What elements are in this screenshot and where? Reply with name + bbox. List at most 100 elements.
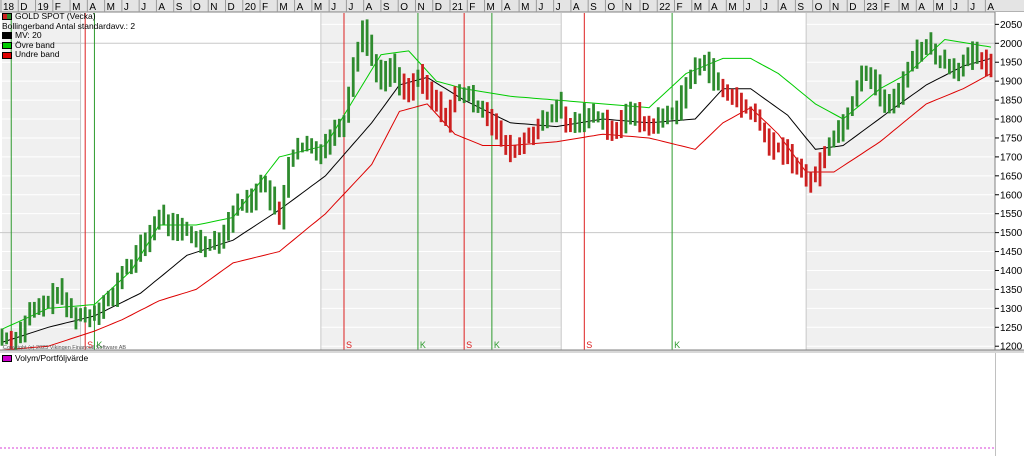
price-bar	[582, 102, 586, 133]
price-bar	[924, 39, 928, 55]
price-bar	[864, 65, 868, 81]
price-bar	[305, 135, 309, 152]
price-bar	[559, 91, 563, 119]
price-bar	[712, 58, 716, 91]
price-bar	[545, 111, 549, 129]
price-bar	[527, 127, 531, 144]
price-bar	[203, 236, 207, 258]
x-tick-label: S	[176, 2, 183, 13]
price-bar	[407, 78, 411, 103]
y-tick-label: 1850	[1000, 96, 1023, 107]
price-bar	[356, 41, 360, 72]
price-bar	[476, 100, 480, 113]
price-bar	[767, 128, 771, 156]
price-bar	[65, 292, 69, 318]
price-bar	[800, 158, 803, 178]
price-bar	[703, 54, 706, 71]
x-tick-label: J	[556, 2, 561, 13]
price-bar	[351, 57, 355, 97]
price-bar	[42, 295, 45, 317]
price-bar	[328, 129, 332, 155]
price-bar	[153, 216, 156, 241]
price-bar	[93, 305, 96, 321]
price-bar	[966, 47, 970, 67]
x-tick-label: N	[832, 2, 839, 13]
price-bar	[240, 199, 244, 211]
price-bar	[855, 80, 859, 107]
price-bar	[869, 67, 873, 90]
price-bar	[453, 86, 457, 113]
price-bar	[462, 87, 466, 104]
x-tick-label: S	[797, 2, 804, 13]
price-bar	[490, 108, 494, 136]
price-bar	[227, 212, 230, 241]
price-bar	[726, 84, 729, 101]
price-bar	[19, 321, 22, 344]
price-bar	[130, 259, 133, 275]
x-tick-label: A	[297, 2, 304, 13]
price-bar	[120, 266, 124, 290]
y-tick-label: 1900	[1000, 77, 1023, 88]
price-bar	[666, 105, 669, 125]
year-band-shade	[2, 13, 81, 350]
price-bar	[642, 116, 646, 132]
price-bar	[236, 193, 240, 216]
price-bar	[102, 295, 106, 319]
price-bar	[171, 212, 175, 241]
price-bar	[823, 146, 827, 169]
price-bar	[638, 102, 642, 133]
y-tick-label: 1600	[1000, 190, 1023, 201]
x-tick-label: N	[417, 2, 424, 13]
price-bar	[693, 57, 697, 85]
x-tick-label: M	[936, 2, 944, 13]
price-bar	[23, 315, 27, 343]
y-tick-label: 1350	[1000, 285, 1023, 296]
price-bar	[310, 138, 314, 154]
x-tick-label: A	[711, 2, 718, 13]
price-bar	[906, 61, 910, 88]
y-tick-label: 1800	[1000, 115, 1023, 126]
y-tick-label: 1250	[1000, 323, 1023, 334]
price-bar	[846, 107, 850, 130]
price-bar	[439, 91, 443, 123]
price-bar	[384, 60, 387, 92]
x-tick-label: J	[746, 2, 751, 13]
price-bar	[421, 64, 424, 94]
x-tick-label: A	[366, 2, 373, 13]
y-tick-label: 1300	[1000, 304, 1023, 315]
price-bar	[337, 118, 341, 138]
price-bar	[37, 298, 41, 315]
price-bar	[379, 59, 383, 90]
x-tick-label: A	[780, 2, 787, 13]
price-bar	[51, 283, 55, 315]
price-bar	[106, 290, 110, 307]
price-bar	[28, 302, 32, 326]
signal-label: K	[674, 340, 680, 350]
price-bar	[781, 137, 785, 165]
price-bar	[273, 186, 277, 215]
price-bar	[481, 100, 485, 118]
x-tick-label: O	[400, 2, 408, 13]
price-bar	[134, 245, 138, 273]
price-bar	[887, 94, 891, 114]
price-bar	[948, 58, 951, 75]
price-bar	[416, 69, 420, 87]
price-swatch-icon	[2, 13, 12, 21]
price-bar	[79, 308, 82, 322]
x-tick-label: M	[901, 2, 909, 13]
price-bar	[564, 106, 568, 133]
x-tick-label: J	[953, 2, 958, 13]
price-bar	[920, 41, 924, 62]
y-tick-label: 1700	[1000, 152, 1023, 163]
price-chart[interactable]: 18 D 19 F M A M J J A S O N D 20 F M A M J J A S O N D 21 F M A M J J A S O…	[0, 0, 1024, 456]
x-tick-label: O	[193, 2, 201, 13]
price-bar	[592, 103, 595, 123]
price-bar	[606, 109, 609, 140]
price-bar	[300, 142, 304, 153]
price-bar	[897, 82, 900, 108]
price-bar	[314, 141, 318, 161]
signal-label: S	[466, 340, 472, 350]
x-tick-label: A	[573, 2, 580, 13]
price-bar	[980, 52, 984, 70]
price-bar	[795, 157, 799, 175]
